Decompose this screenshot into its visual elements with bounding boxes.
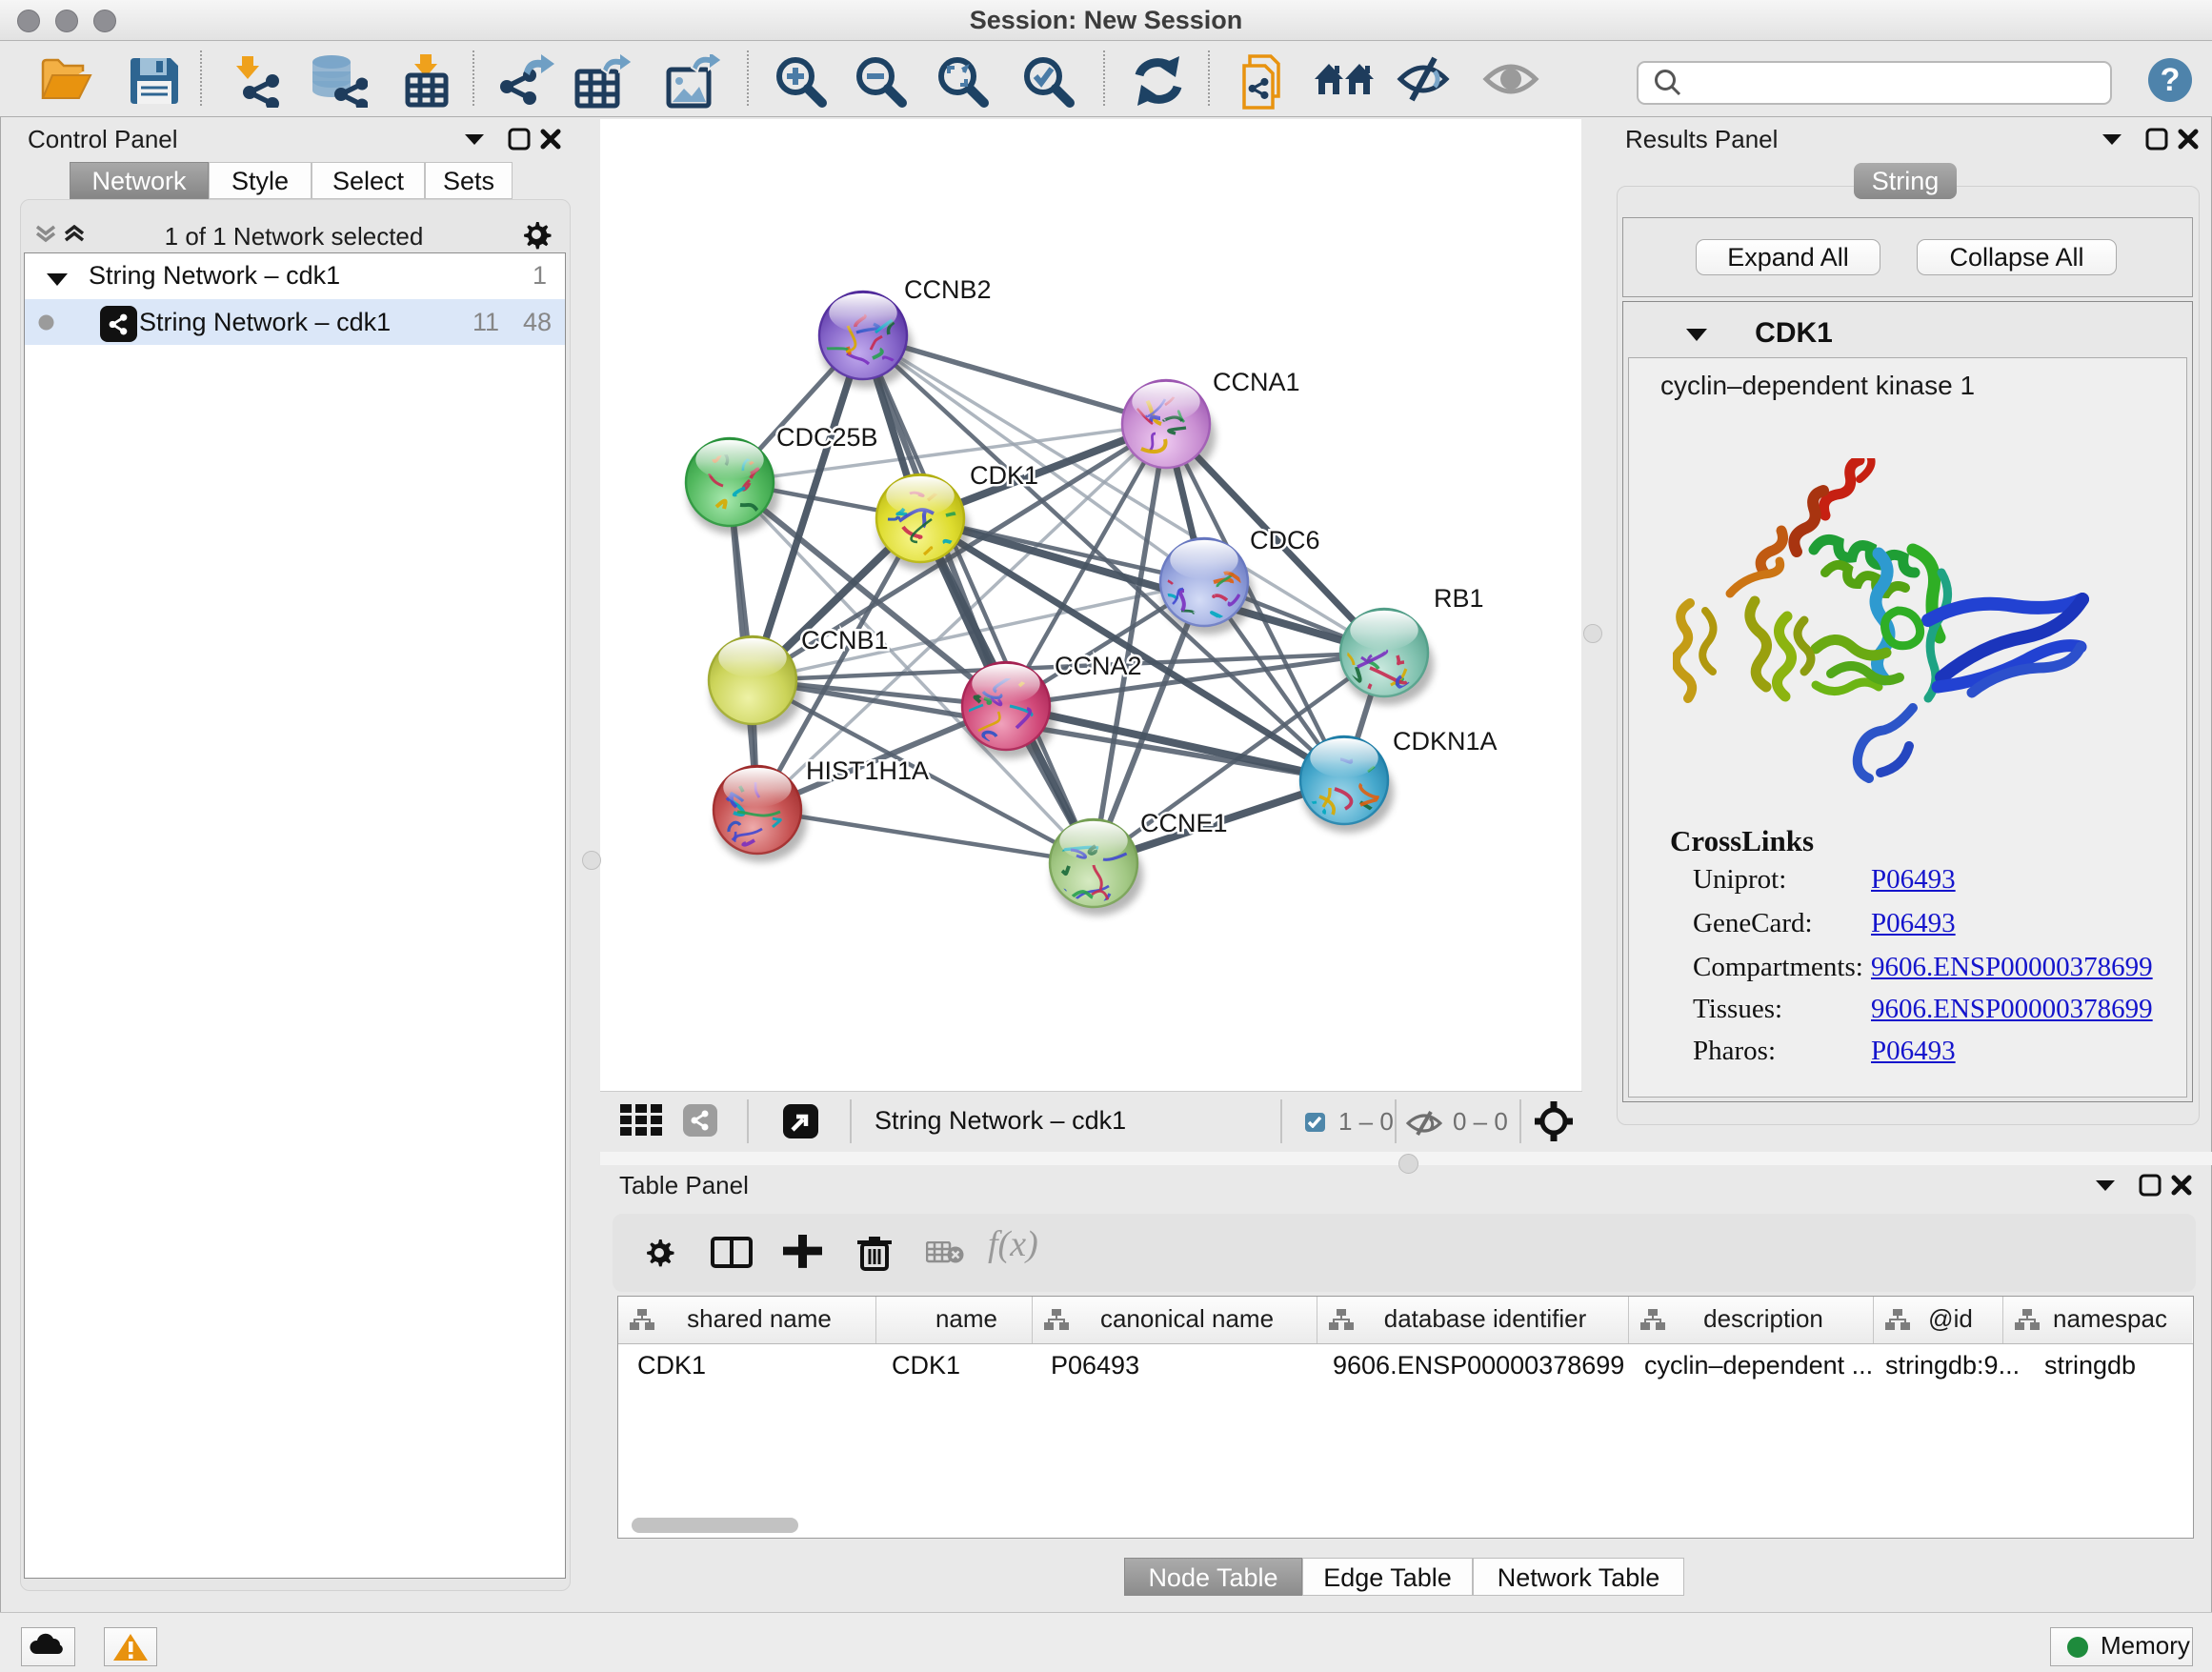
svg-text:HIST1H1A: HIST1H1A (806, 756, 929, 785)
svg-text:CCNA2: CCNA2 (1055, 652, 1142, 680)
svg-text:CDKN1A: CDKN1A (1393, 727, 1498, 755)
svg-text:CDK1: CDK1 (970, 461, 1038, 490)
svg-text:CDC6: CDC6 (1250, 526, 1320, 554)
svg-text:CCNB2: CCNB2 (904, 275, 992, 304)
svg-text:CCNA1: CCNA1 (1213, 368, 1300, 396)
svg-text:RB1: RB1 (1434, 584, 1484, 613)
svg-text:CCNE1: CCNE1 (1140, 809, 1228, 837)
svg-text:CDC25B: CDC25B (776, 423, 878, 452)
svg-text:CCNB1: CCNB1 (801, 626, 889, 655)
